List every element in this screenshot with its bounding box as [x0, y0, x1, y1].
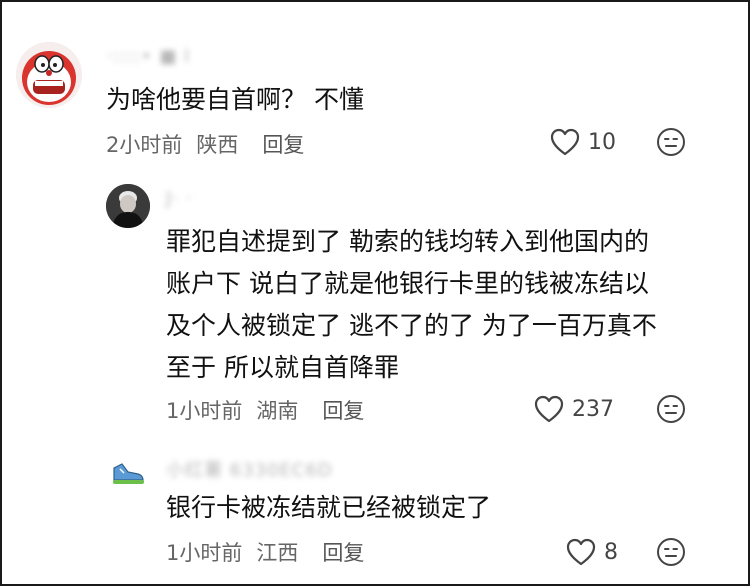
avatar[interactable] — [16, 42, 82, 108]
neutral-face-icon — [657, 395, 685, 423]
heart-outline-icon — [566, 538, 596, 566]
location: 陕西 — [196, 133, 239, 157]
neutral-face-icon — [657, 538, 685, 566]
sneaker-avatar-image — [113, 463, 144, 484]
username[interactable]: J· · — [166, 188, 192, 210]
reply-button[interactable]: 回复 — [262, 129, 304, 159]
comment-text: 罪犯自述提到了 勒索的钱均转入到他国内的 账户下 说白了就是他银行卡里的钱被冻结… — [166, 227, 657, 382]
avatar[interactable] — [106, 184, 150, 228]
like-button[interactable]: 10 — [550, 128, 616, 156]
timestamp: 2小时前 — [106, 133, 183, 157]
comment-text: 为啥他要自首啊？ 不懂 — [106, 85, 364, 114]
avatar[interactable] — [108, 454, 148, 494]
like-count: 8 — [604, 539, 618, 565]
comment-meta: 1小时前 江西 回复 — [166, 537, 364, 567]
heart-outline-icon — [550, 128, 580, 156]
comment-text: 银行卡被冻结就已经被锁定了 — [166, 493, 492, 522]
username[interactable]: 小红薯 6330EC6D — [166, 456, 333, 481]
location: 江西 — [256, 541, 299, 565]
timestamp: 1小时前 — [166, 541, 243, 565]
comment-meta: 1小时前 湖南 回复 — [166, 395, 364, 425]
person-avatar-image — [106, 184, 150, 228]
like-count: 237 — [572, 396, 614, 422]
comment-meta: 2小时前 陕西 回复 — [106, 129, 304, 159]
reply-button[interactable]: 回复 — [322, 395, 364, 425]
emoji-reaction-button[interactable] — [656, 394, 686, 428]
reply-button[interactable]: 回复 — [322, 537, 364, 567]
username[interactable]: ·::::• ■ I — [106, 46, 190, 68]
like-count: 10 — [588, 129, 616, 155]
like-button[interactable]: 237 — [534, 395, 614, 423]
doraemon-avatar-image — [16, 42, 82, 108]
comment-thread: ·::::• ■ I 为啥他要自首啊？ 不懂 2小时前 陕西 回复 10 J· … — [0, 0, 750, 586]
location: 湖南 — [256, 399, 299, 423]
neutral-face-icon — [657, 128, 685, 156]
timestamp: 1小时前 — [166, 399, 243, 423]
like-button[interactable]: 8 — [566, 538, 618, 566]
heart-outline-icon — [534, 395, 564, 423]
emoji-reaction-button[interactable] — [656, 537, 686, 571]
emoji-reaction-button[interactable] — [656, 127, 686, 161]
